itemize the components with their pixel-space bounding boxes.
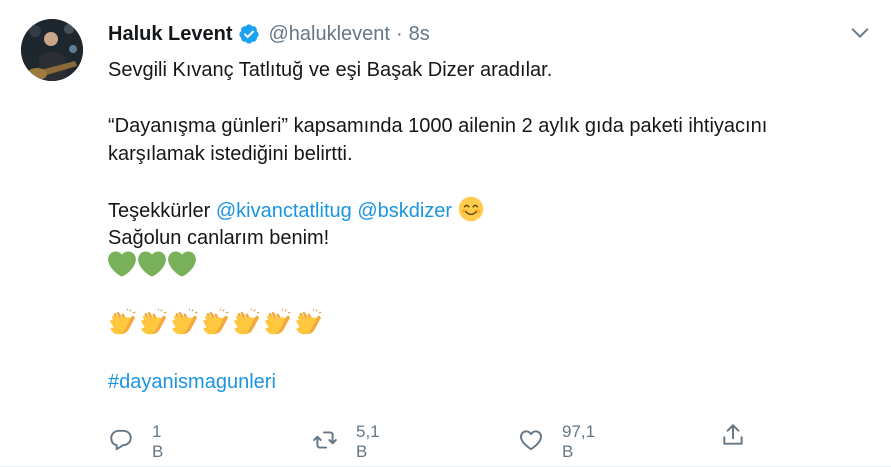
clapping-hands-icon	[201, 308, 230, 345]
avatar[interactable]	[21, 19, 83, 81]
share-button[interactable]	[720, 422, 746, 453]
reply-icon	[108, 427, 134, 458]
tweet-line-2: “Dayanışma günleri” kapsamında 1000 aile…	[108, 115, 768, 137]
clapping-hands-icon	[294, 308, 323, 345]
reply-count: 1 B	[152, 422, 164, 461]
reply-button[interactable]: 1 B	[108, 422, 163, 462]
tweet-card[interactable]: Haluk Levent @haluklevent · 8s Sevgili K…	[0, 0, 891, 467]
smiling-face-icon	[458, 196, 484, 230]
tweet-text: Sevgili Kıvanç Tatlıtuğ ve eşi Başak Diz…	[108, 56, 868, 396]
author-name[interactable]: Haluk Levent	[108, 23, 232, 46]
tweet-timestamp[interactable]: 8s	[409, 23, 430, 46]
thanks-text: Teşekkürler	[108, 200, 211, 222]
like-count: 97,1 B	[562, 422, 596, 461]
hashtag-link[interactable]: #dayanismagunleri	[108, 368, 868, 396]
clapping-hands-icon	[232, 308, 261, 345]
clapping-hands-icon	[139, 308, 168, 345]
share-icon	[720, 422, 746, 453]
mention-link[interactable]: @kivanctatlitug	[216, 200, 352, 222]
green-heart-icon	[138, 250, 166, 286]
author-handle[interactable]: @haluklevent	[268, 23, 389, 46]
clapping-hands-icon	[108, 308, 137, 345]
heart-icon	[518, 427, 544, 458]
like-button[interactable]: 97,1 B	[518, 422, 595, 462]
clapping-hands-icon	[170, 308, 199, 345]
claps-row	[108, 308, 868, 345]
hearts-row	[108, 250, 868, 286]
chevron-down-icon[interactable]	[849, 22, 871, 44]
mention-link[interactable]: @bskdizer	[357, 200, 452, 222]
separator-dot: ·	[395, 22, 403, 45]
tweet-line-thanks: Teşekkürler @kivanctatlitug @bskdizer	[108, 196, 868, 224]
verified-badge-icon	[238, 23, 260, 45]
clapping-hands-icon	[263, 308, 292, 345]
retweet-icon	[312, 427, 338, 458]
green-heart-icon	[108, 250, 136, 286]
retweet-button[interactable]: 5,1 B	[312, 422, 380, 462]
green-heart-icon	[168, 250, 196, 286]
retweet-count: 5,1 B	[356, 422, 380, 461]
tweet-line-1: Sevgili Kıvanç Tatlıtuğ ve eşi Başak Diz…	[108, 59, 553, 81]
tweet-line-5: Sağolun canlarım benim!	[108, 227, 330, 249]
tweet-line-3: karşılamak istediğini belirtti.	[108, 143, 353, 165]
tweet-header: Haluk Levent @haluklevent · 8s	[108, 20, 430, 48]
